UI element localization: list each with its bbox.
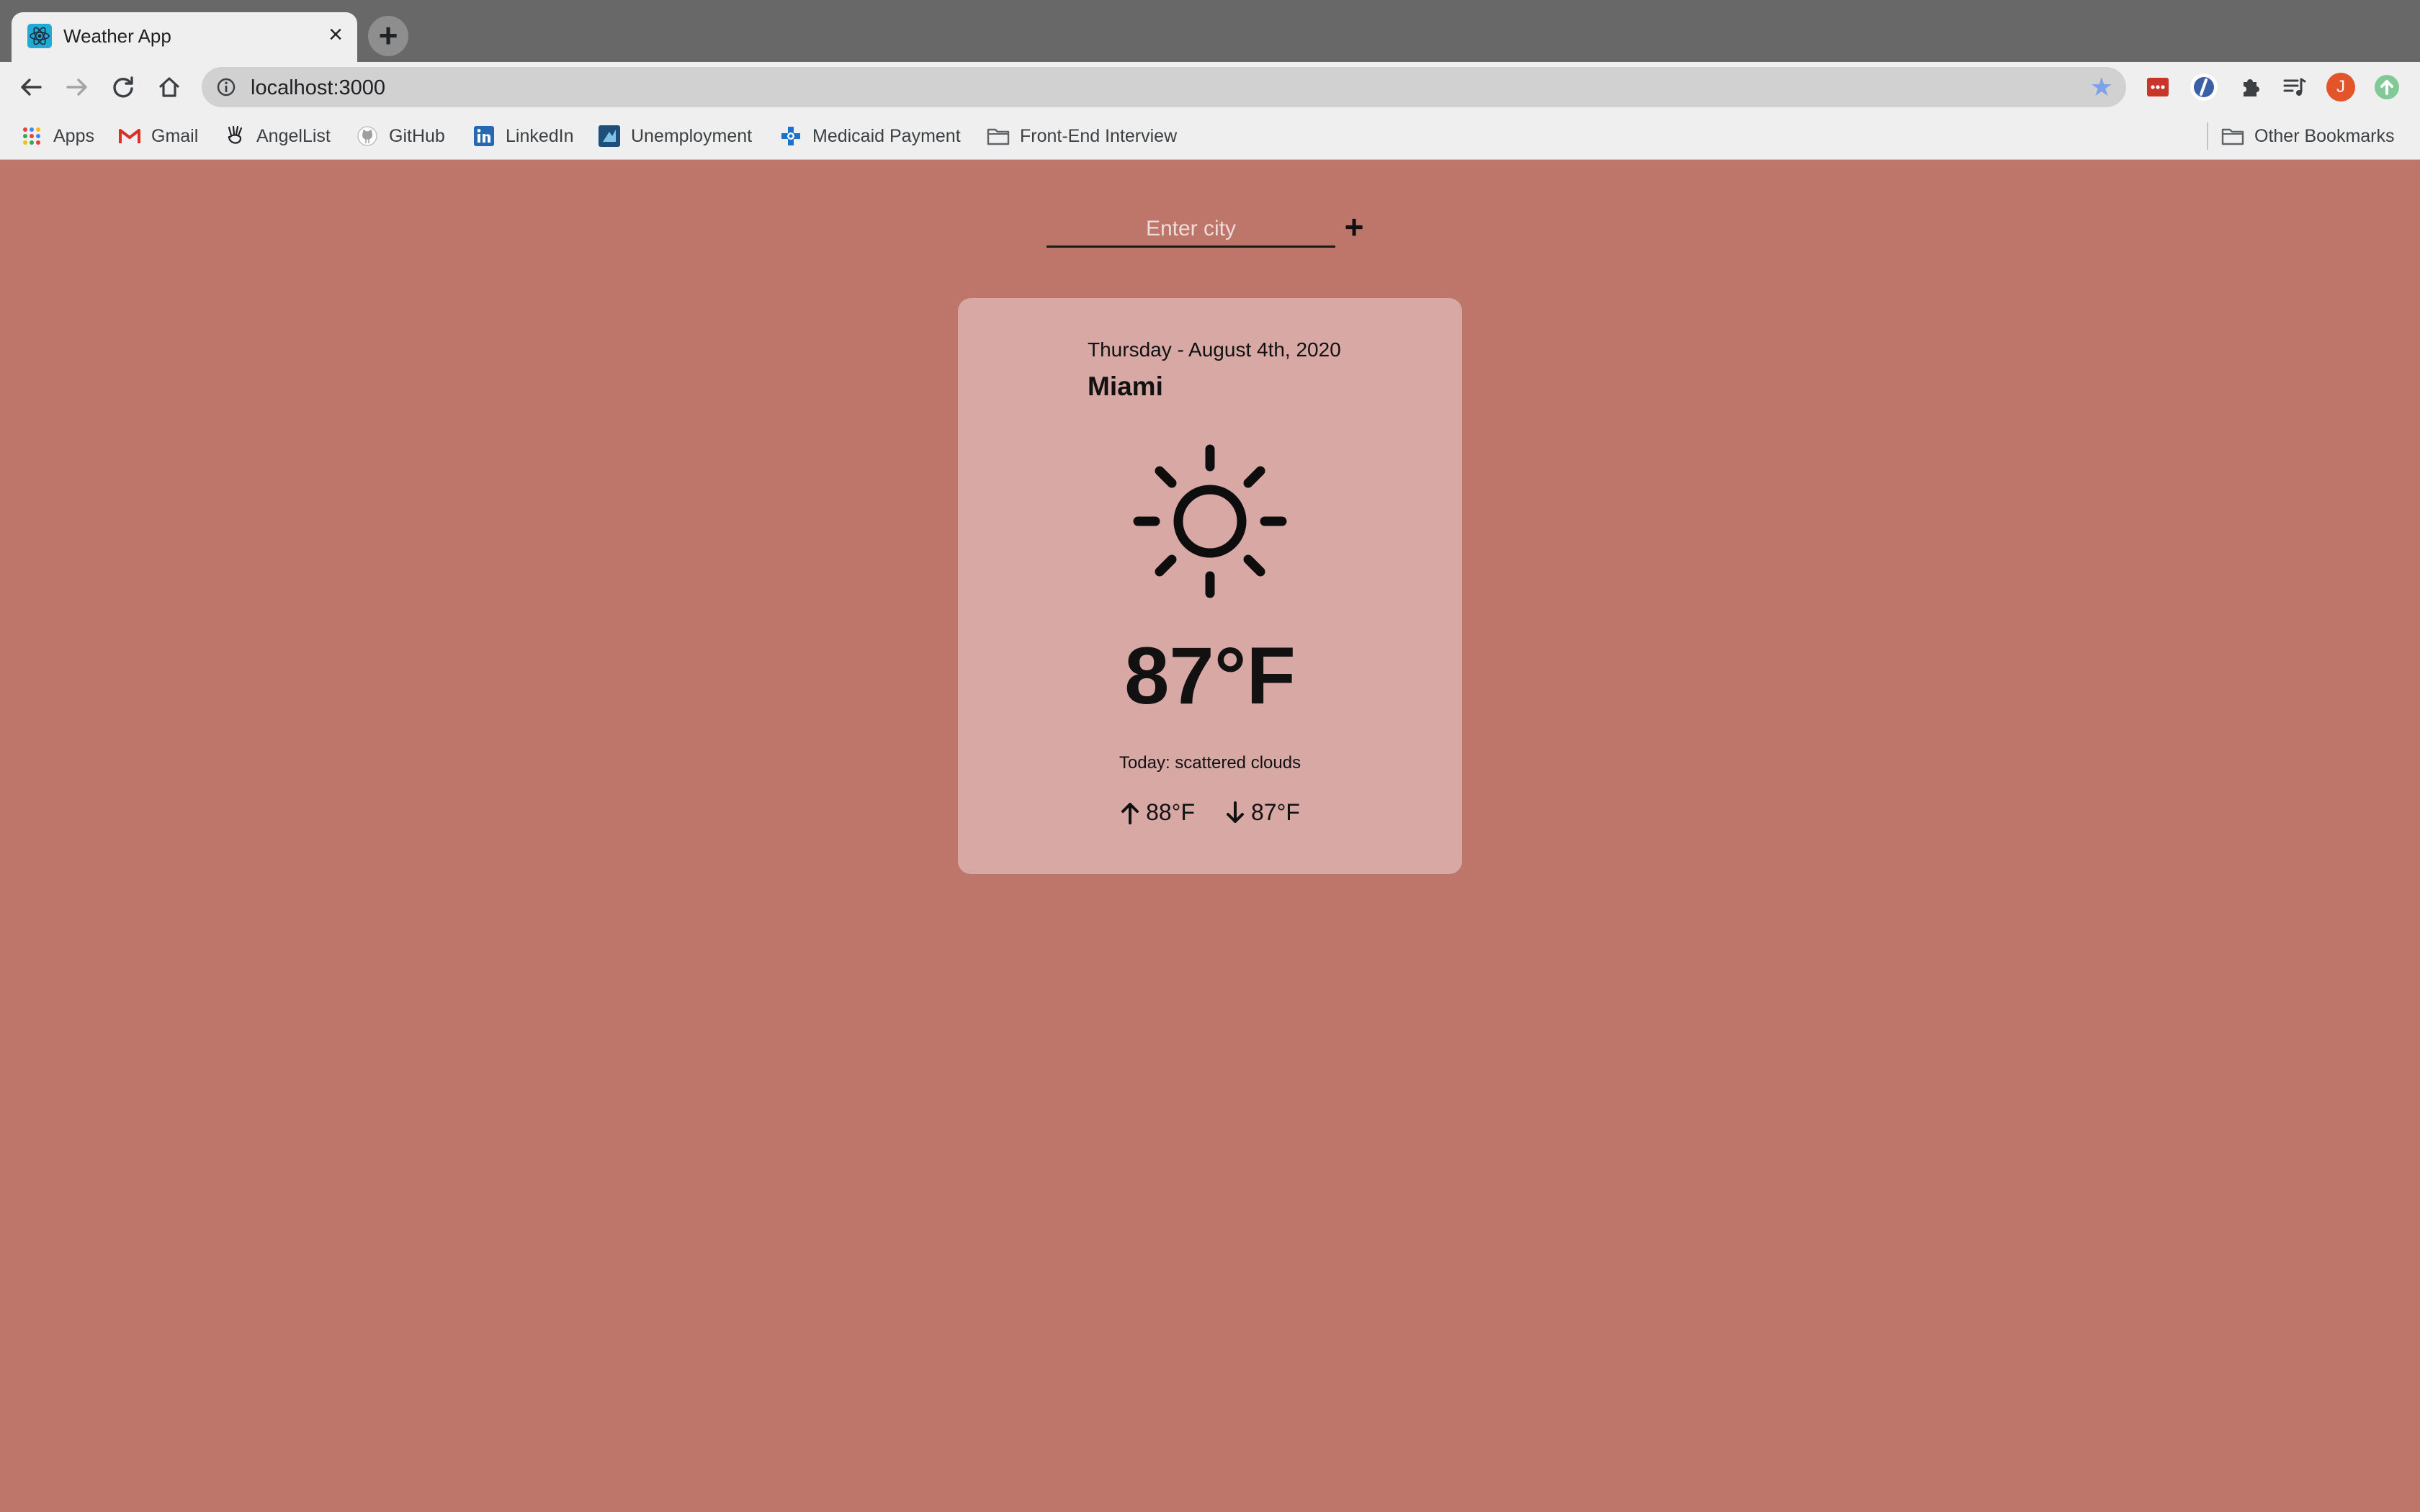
media-queue-icon[interactable] <box>2280 73 2309 102</box>
bookmark-gmail[interactable]: Gmail <box>118 122 198 150</box>
close-tab-icon[interactable]: × <box>323 22 349 48</box>
bookmark-label: AngelList <box>256 125 331 146</box>
bookmark-unemployment[interactable]: Unemployment <box>598 122 752 150</box>
other-bookmarks-label: Other Bookmarks <box>2254 125 2395 146</box>
low-temperature-value: 87°F <box>1251 799 1300 825</box>
bookmark-github[interactable]: GitHub <box>356 122 445 150</box>
bookmark-angellist[interactable]: AngelList <box>223 122 331 150</box>
weather-page: + Thursday - August 4th, 2020 Miami 87°F… <box>0 160 2420 1512</box>
home-icon[interactable] <box>151 69 187 105</box>
reload-icon[interactable] <box>105 69 141 105</box>
medicaid-icon <box>779 125 802 148</box>
arrow-up-icon <box>1121 802 1139 824</box>
current-temperature: 87°F <box>1124 631 1296 721</box>
bookmark-label: LinkedIn <box>506 125 574 146</box>
angellist-icon <box>223 125 246 148</box>
bookmark-label: GitHub <box>389 125 445 146</box>
high-temperature: 88°F <box>1120 799 1195 826</box>
bookmark-front-end-interview[interactable]: Front-End Interview <box>987 122 1177 150</box>
lastpass-extension-icon[interactable] <box>2143 73 2172 102</box>
bookmark-label: Unemployment <box>631 125 753 146</box>
weather-description: Today: scattered clouds <box>1119 753 1301 773</box>
forward-arrow-icon[interactable] <box>59 69 95 105</box>
apps-grid-icon <box>20 125 43 148</box>
high-low-temperatures: 88°F 87°F <box>958 799 1462 826</box>
github-icon <box>356 125 379 148</box>
bookmark-label: Gmail <box>151 125 199 146</box>
browser-toolbar: localhost:3000 ★ J <box>0 62 2420 112</box>
add-city-button[interactable]: + <box>1340 209 1368 245</box>
gmail-icon <box>118 125 141 148</box>
sun-icon <box>1133 444 1287 598</box>
bookmarks-divider <box>2207 122 2208 150</box>
bookmark-apps[interactable]: Apps <box>20 122 94 150</box>
bookmarks-bar: Apps Gmail AngelList GitHub LinkedIn Une… <box>0 112 2420 160</box>
bookmark-label: Medicaid Payment <box>812 125 961 146</box>
city-search-input[interactable] <box>1047 212 1335 248</box>
url-text[interactable]: localhost:3000 <box>251 76 385 100</box>
bookmark-linkedin[interactable]: LinkedIn <box>472 122 574 150</box>
arrow-down-icon <box>1227 801 1244 823</box>
new-tab-button[interactable]: + <box>368 16 408 56</box>
tab-strip: Weather App × + <box>0 0 2420 62</box>
back-arrow-icon[interactable] <box>13 69 49 105</box>
profile-avatar[interactable]: J <box>2326 73 2355 102</box>
unemployment-icon <box>598 125 621 148</box>
weather-card: Thursday - August 4th, 2020 Miami 87°F T… <box>958 298 1462 874</box>
tab-title: Weather App <box>63 25 171 47</box>
compass-extension-icon[interactable] <box>2190 73 2218 102</box>
profile-initial: J <box>2326 73 2355 102</box>
city-name: Miami <box>1088 372 1163 401</box>
high-temperature-value: 88°F <box>1146 799 1195 825</box>
extensions-puzzle-icon[interactable] <box>2236 73 2264 102</box>
bookmark-medicaid-payment[interactable]: Medicaid Payment <box>779 122 961 150</box>
forecast-date: Thursday - August 4th, 2020 <box>1088 338 1341 361</box>
low-temperature: 87°F <box>1225 799 1300 826</box>
react-icon <box>27 24 52 48</box>
address-bar[interactable]: localhost:3000 ★ <box>202 67 2126 107</box>
folder-icon <box>987 125 1010 148</box>
other-bookmarks[interactable]: Other Bookmarks <box>2221 122 2395 150</box>
info-icon[interactable] <box>216 77 236 97</box>
folder-icon <box>2221 125 2244 148</box>
bookmark-label: Front-End Interview <box>1020 125 1178 146</box>
bookmark-label: Apps <box>53 125 94 146</box>
linkedin-icon <box>472 125 496 148</box>
update-available-icon[interactable] <box>2372 73 2401 102</box>
bookmark-star-icon[interactable]: ★ <box>2090 73 2113 102</box>
tab-weather-app[interactable]: Weather App × <box>12 12 357 62</box>
